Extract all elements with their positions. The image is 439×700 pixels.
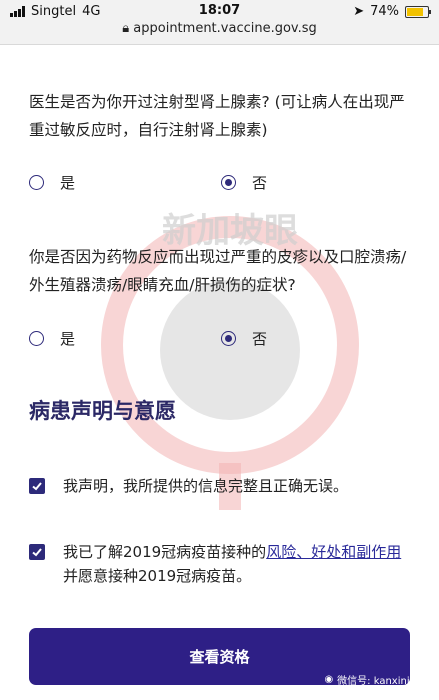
consent-text-suffix: 并愿意接种2019冠病疫苗。 [63, 567, 252, 585]
battery-icon [405, 5, 431, 18]
declaration-item-accuracy[interactable]: 我声明，我所提供的信息完整且正确无误。 [29, 474, 414, 498]
checkbox-checked[interactable] [29, 478, 45, 494]
check-icon [32, 548, 42, 557]
url-text: appointment.vaccine.gov.sg [133, 21, 317, 36]
radio-group-epinephrine: 是 否 [29, 172, 414, 194]
credit-text: 微信号: kanxinjiapo [337, 676, 431, 687]
radio-label-no: 否 [252, 330, 268, 348]
radio-no-selected[interactable] [221, 175, 236, 190]
radio-option-yes[interactable]: 是 [29, 328, 75, 349]
radio-label-yes: 是 [60, 330, 76, 348]
section-title: 病患声明与意愿 [29, 399, 176, 423]
radio-group-drug-reaction: 是 否 [29, 328, 414, 350]
consent-text-prefix: 我已了解2019冠病疫苗接种的 [63, 543, 267, 561]
radio-option-no[interactable]: 否 [221, 172, 267, 193]
wechat-credit: ◉ 微信号: kanxinjiapo [324, 672, 431, 687]
check-icon [32, 482, 42, 491]
lock-icon: 🔒︎ [122, 21, 130, 36]
radio-yes[interactable] [29, 331, 44, 346]
risks-benefits-link[interactable]: 风险、好处和副作用 [266, 543, 401, 561]
declaration-item-consent[interactable]: 我已了解2019冠病疫苗接种的风险、好处和副作用并愿意接种2019冠病疫苗。 [29, 540, 414, 588]
declaration-text-accuracy: 我声明，我所提供的信息完整且正确无误。 [63, 477, 349, 495]
battery-percent: 74% [370, 4, 399, 19]
question-epinephrine: 医生是否为你开过注射型肾上腺素? (可让病人在出现严重过敏反应时，自行注射肾上腺… [29, 93, 405, 139]
radio-label-yes: 是 [60, 174, 76, 192]
radio-option-yes[interactable]: 是 [29, 172, 75, 193]
status-bar: Singtel 4G 18:07 ➤ 74% 🔒︎ appointment.va… [0, 0, 439, 45]
radio-no-selected[interactable] [221, 331, 236, 346]
radio-yes[interactable] [29, 175, 44, 190]
checkbox-checked[interactable] [29, 544, 45, 560]
location-icon: ➤ [353, 4, 365, 19]
battery-info: ➤ 74% [353, 4, 431, 19]
radio-label-no: 否 [252, 174, 268, 192]
radio-option-no[interactable]: 否 [221, 328, 267, 349]
wechat-icon: ◉ [324, 674, 334, 685]
declaration-text-consent: 我已了解2019冠病疫苗接种的风险、好处和副作用并愿意接种2019冠病疫苗。 [63, 540, 414, 588]
address-bar[interactable]: 🔒︎ appointment.vaccine.gov.sg [0, 21, 439, 36]
question-drug-reaction: 你是否因为药物反应而出现过严重的皮疹以及口腔溃疡/外生殖器溃疡/眼睛充血/肝损伤… [29, 248, 407, 294]
